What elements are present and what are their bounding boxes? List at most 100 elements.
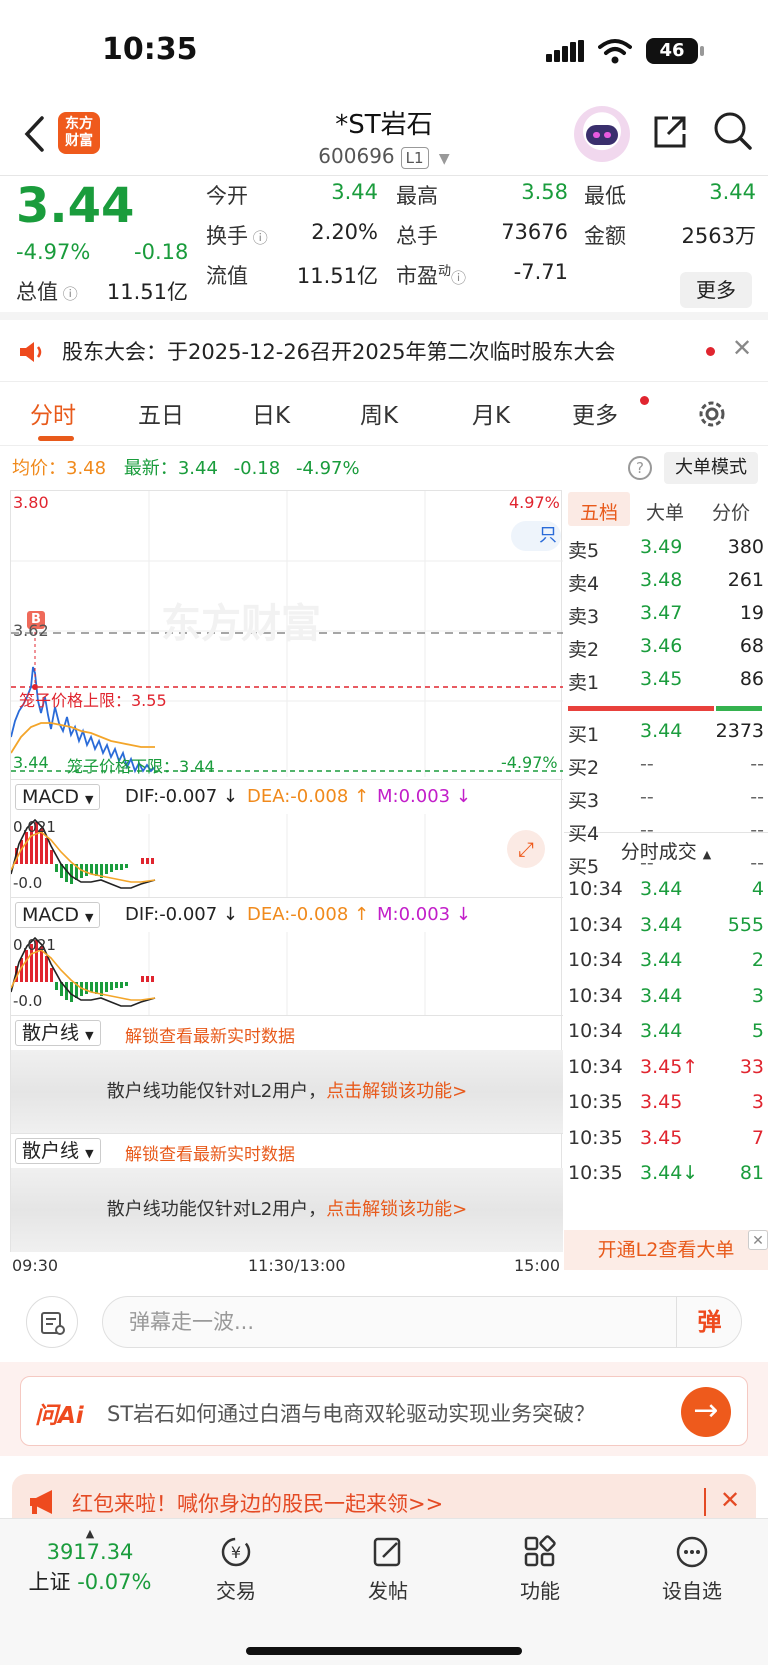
notice-bar[interactable]: 股东大会：于2025-12-26召开2025年第二次临时股东大会 ✕: [0, 320, 768, 382]
tick-row-volume: 33: [739, 1055, 764, 1078]
ask-row[interactable]: 卖2 3.46 68: [568, 631, 764, 664]
more-dots-icon: [676, 1536, 708, 1568]
tick-row-price: 3.45↑: [640, 1055, 699, 1078]
ai-ask-card[interactable]: 问Ai ST岩石如何通过白酒与电商双轮驱动实现业务突破？ →: [20, 1376, 748, 1446]
tick-row[interactable]: 10:35 3.45 3: [568, 1087, 764, 1120]
bid-row-volume: --: [750, 786, 764, 808]
turnover-value: 2.20%: [311, 220, 378, 244]
search-icon[interactable]: [712, 110, 754, 152]
high-value: 3.58: [521, 180, 568, 204]
time-axis-end: 15:00: [514, 1256, 561, 1275]
help-icon[interactable]: ?: [628, 456, 652, 480]
close-icon[interactable]: ✕: [732, 334, 752, 362]
macd-bottom-value: -0.0: [13, 992, 43, 1010]
chevron-down-icon: ▼: [438, 151, 450, 167]
battery-cap: [700, 46, 704, 56]
index-ticker[interactable]: ▲ 3917.34 上证 -0.07%: [20, 1527, 160, 1596]
ask-row-label: 卖4: [568, 573, 600, 595]
change-amount: -0.18: [134, 240, 189, 264]
nav-post[interactable]: 发帖: [338, 1535, 438, 1604]
tab-monthly-k[interactable]: 月K: [472, 396, 510, 430]
nav-functions[interactable]: 功能: [490, 1535, 590, 1604]
retail-line-selector[interactable]: 散户线 ▼: [15, 1138, 101, 1164]
expand-icon[interactable]: ⤢: [507, 830, 545, 868]
ask-row[interactable]: 卖5 3.49 380: [568, 532, 764, 565]
caret-up-icon: ▲: [85, 1527, 95, 1540]
open-label: 今开: [206, 184, 248, 208]
bid-row-label: 买2: [568, 757, 600, 779]
retail-lock-box[interactable]: 散户线功能仅针对L2用户，点击解锁该功能>: [11, 1168, 563, 1252]
notice-dot: [706, 347, 715, 356]
ask-row-volume: 19: [739, 602, 764, 624]
bid-row-price: --: [640, 819, 654, 841]
tick-row[interactable]: 10:35 3.44↓ 81: [568, 1158, 764, 1191]
arrow-right-icon[interactable]: →: [681, 1387, 731, 1437]
close-icon[interactable]: ✕: [720, 1486, 740, 1514]
assistant-robot-icon[interactable]: [574, 106, 630, 162]
tab-more[interactable]: 更多: [572, 396, 618, 430]
nav-trade[interactable]: ¥ 交易: [186, 1535, 286, 1604]
amount-label: 金额: [584, 224, 626, 248]
bid-row[interactable]: 买4 -- --: [568, 815, 764, 848]
pct-axis-low: -4.97%: [501, 753, 558, 772]
tab-price-distribution[interactable]: 分价: [712, 498, 750, 525]
tick-row[interactable]: 10:34 3.44 4: [568, 874, 764, 907]
tab-five-day[interactable]: 五日: [138, 396, 184, 430]
bid-row-price: --: [640, 753, 654, 775]
time-axis-mid: 11:30/13:00: [248, 1256, 346, 1275]
low-value: 3.44: [709, 180, 756, 204]
ask-row[interactable]: 卖4 3.48 261: [568, 565, 764, 598]
tick-row[interactable]: 10:34 3.45↑ 33: [568, 1052, 764, 1085]
share-icon[interactable]: [650, 112, 690, 152]
tick-row[interactable]: 10:34 3.44 3: [568, 981, 764, 1014]
tick-row[interactable]: 10:35 3.45 7: [568, 1123, 764, 1156]
ask-row[interactable]: 卖3 3.47 19: [568, 598, 764, 631]
macd-top-value: 0.021: [13, 936, 56, 954]
bid-row[interactable]: 买3 -- --: [568, 782, 764, 815]
chart-watermark: 东方财富: [161, 601, 321, 647]
gear-icon[interactable]: [696, 398, 728, 430]
danmu-input[interactable]: 弹幕走一波...: [102, 1296, 742, 1348]
tick-row-price: 3.44↓: [640, 1162, 699, 1184]
tick-row-price: 3.44: [640, 878, 683, 900]
retail-lock-box[interactable]: 散户线功能仅针对L2用户，点击解锁该功能>: [11, 1050, 563, 1134]
macd-selector[interactable]: MACD ▼: [15, 784, 101, 810]
bid-row[interactable]: 买2 -- --: [568, 749, 764, 782]
ai-ask-section: 问Ai ST岩石如何通过白酒与电商双轮驱动实现业务突破？ →: [0, 1362, 768, 1456]
partner-avatar-icon[interactable]: 只: [511, 521, 561, 551]
home-indicator: [246, 1647, 522, 1655]
tick-row-price: 3.44: [640, 984, 683, 1007]
macd-selector[interactable]: MACD ▼: [15, 902, 101, 928]
info-icon: ⓘ: [248, 229, 268, 247]
bid-row-label: 买3: [568, 790, 600, 812]
bid-row[interactable]: 买1 3.44 2373: [568, 716, 764, 749]
close-icon[interactable]: ✕: [748, 1230, 768, 1250]
tab-weekly-k[interactable]: 周K: [360, 396, 398, 430]
tick-row[interactable]: 10:34 3.44 5: [568, 1016, 764, 1049]
market-cap-label: 总值 ⓘ: [16, 280, 78, 304]
intraday-chart[interactable]: 东方财富 3.80 4.97% 只 B 3.62 笼子价格上限：3.55 3.4…: [10, 490, 563, 1252]
tab-big-order[interactable]: 大单: [646, 498, 684, 525]
danmu-toggle-icon[interactable]: 弹: [676, 1296, 742, 1348]
big-order-mode-button[interactable]: 大单模式: [664, 452, 758, 484]
macd-chart-1: [11, 814, 426, 898]
tab-intraday[interactable]: 分时: [30, 396, 76, 430]
retail-line-selector[interactable]: 散户线 ▼: [15, 1020, 101, 1046]
tab-daily-k[interactable]: 日K: [252, 396, 290, 430]
ask-row-price: 3.47: [640, 602, 683, 624]
ask-row-price: 3.49: [640, 536, 683, 558]
info-icon: ⓘ: [451, 269, 467, 287]
tick-row[interactable]: 10:34 3.44 2: [568, 945, 764, 978]
retail-unlock-link[interactable]: 解锁查看最新实时数据: [125, 1140, 295, 1165]
tick-row[interactable]: 10:34 3.44 555: [568, 910, 764, 943]
l2-upsell-banner[interactable]: 开通L2查看大单: [564, 1230, 768, 1270]
retail-unlock-link[interactable]: 解锁查看最新实时数据: [125, 1022, 295, 1047]
more-button[interactable]: 更多: [680, 272, 752, 308]
tab-five-level[interactable]: 五档: [580, 498, 618, 525]
nav-add-watchlist[interactable]: 设自选: [642, 1535, 742, 1604]
status-time: 10:35: [102, 32, 198, 67]
ask-row[interactable]: 卖1 3.45 86: [568, 664, 764, 697]
notice-text: 股东大会：于2025-12-26召开2025年第二次临时股东大会: [62, 340, 616, 364]
tick-row-volume: 81: [739, 1162, 764, 1184]
comment-list-icon[interactable]: [26, 1296, 78, 1348]
